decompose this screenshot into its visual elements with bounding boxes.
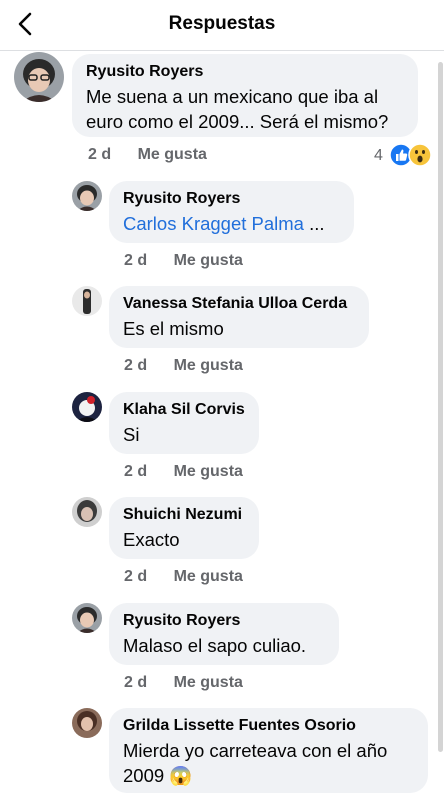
reply-author[interactable]: Ryusito Royers — [123, 189, 340, 209]
reply-meta: 2 d Me gusta — [124, 463, 243, 481]
reply-text: Malaso el sapo culiao. — [123, 635, 307, 656]
avatar[interactable] — [72, 497, 102, 527]
reply-text-body: Mierda yo carreteava con el año 2009 — [123, 740, 388, 786]
reply-text: Si — [123, 424, 140, 445]
avatar[interactable] — [72, 181, 102, 211]
comment-timestamp[interactable]: 2 d — [88, 146, 111, 163]
reply-author[interactable]: Vanessa Stefania Ulloa Cerda — [123, 294, 355, 314]
reply-text: Es el mismo — [123, 318, 224, 339]
reply-timestamp[interactable]: 2 d — [124, 568, 147, 585]
like-button[interactable]: Me gusta — [174, 357, 243, 374]
reply-bubble[interactable]: Ryusito Royers Malaso el sapo culiao. — [109, 603, 339, 665]
reply-meta: 2 d Me gusta — [124, 252, 243, 270]
wow-face-icon — [408, 143, 432, 167]
reply-meta: 2 d Me gusta — [124, 568, 243, 586]
reply-bubble[interactable]: Grilda Lissette Fuentes Osorio Mierda yo… — [109, 708, 428, 793]
reply-bubble[interactable]: Klaha Sil Corvis Si — [109, 392, 259, 454]
comment-meta: 2 d Me gusta — [88, 146, 207, 164]
mention-link[interactable]: Carlos Kragget Palma — [123, 213, 304, 234]
like-button[interactable]: Me gusta — [174, 568, 243, 585]
like-button[interactable]: Me gusta — [174, 674, 243, 691]
reply-author[interactable]: Ryusito Royers — [123, 611, 325, 631]
reply-timestamp[interactable]: 2 d — [124, 463, 147, 480]
reply-author[interactable]: Klaha Sil Corvis — [123, 400, 245, 420]
like-button[interactable]: Me gusta — [138, 146, 207, 163]
comment-bubble[interactable]: Ryusito Royers Me suena a un mexicano qu… — [72, 54, 418, 137]
page-title: Respuestas — [168, 13, 276, 34]
reply-author[interactable]: Shuichi Nezumi — [123, 505, 245, 525]
comment-text: Me suena a un mexicano que iba al euro c… — [86, 86, 389, 132]
reply-bubble[interactable]: Vanessa Stefania Ulloa Cerda Es el mismo — [109, 286, 369, 348]
avatar[interactable] — [72, 603, 102, 633]
avatar[interactable] — [72, 708, 102, 738]
avatar[interactable] — [72, 286, 102, 316]
reply-meta: 2 d Me gusta — [124, 674, 243, 692]
reply-bubble[interactable]: Ryusito Royers Carlos Kragget Palma ... — [109, 181, 354, 243]
top-bar: Respuestas — [0, 0, 444, 51]
reply-timestamp[interactable]: 2 d — [124, 357, 147, 374]
reaction-summary[interactable]: 4 — [374, 143, 436, 169]
reply-timestamp[interactable]: 2 d — [124, 252, 147, 269]
scrollbar[interactable] — [438, 62, 443, 752]
avatar[interactable] — [72, 392, 102, 422]
reply-text: Carlos Kragget Palma ... — [123, 211, 340, 236]
reply-meta: 2 d Me gusta — [124, 357, 243, 375]
comment-author[interactable]: Ryusito Royers — [86, 62, 404, 82]
reply-bubble[interactable]: Shuichi Nezumi Exacto — [109, 497, 259, 559]
scream-emoji-icon: 😱 — [169, 765, 193, 786]
like-button[interactable]: Me gusta — [174, 252, 243, 269]
reply-timestamp[interactable]: 2 d — [124, 674, 147, 691]
like-button[interactable]: Me gusta — [174, 463, 243, 480]
reply-text: Exacto — [123, 529, 180, 550]
reply-text-suffix: ... — [303, 213, 325, 234]
reaction-count: 4 — [374, 147, 383, 164]
reply-text: Mierda yo carreteava con el año 2009 😱 — [123, 738, 414, 788]
reply-author[interactable]: Grilda Lissette Fuentes Osorio — [123, 716, 414, 736]
avatar[interactable] — [14, 52, 64, 102]
